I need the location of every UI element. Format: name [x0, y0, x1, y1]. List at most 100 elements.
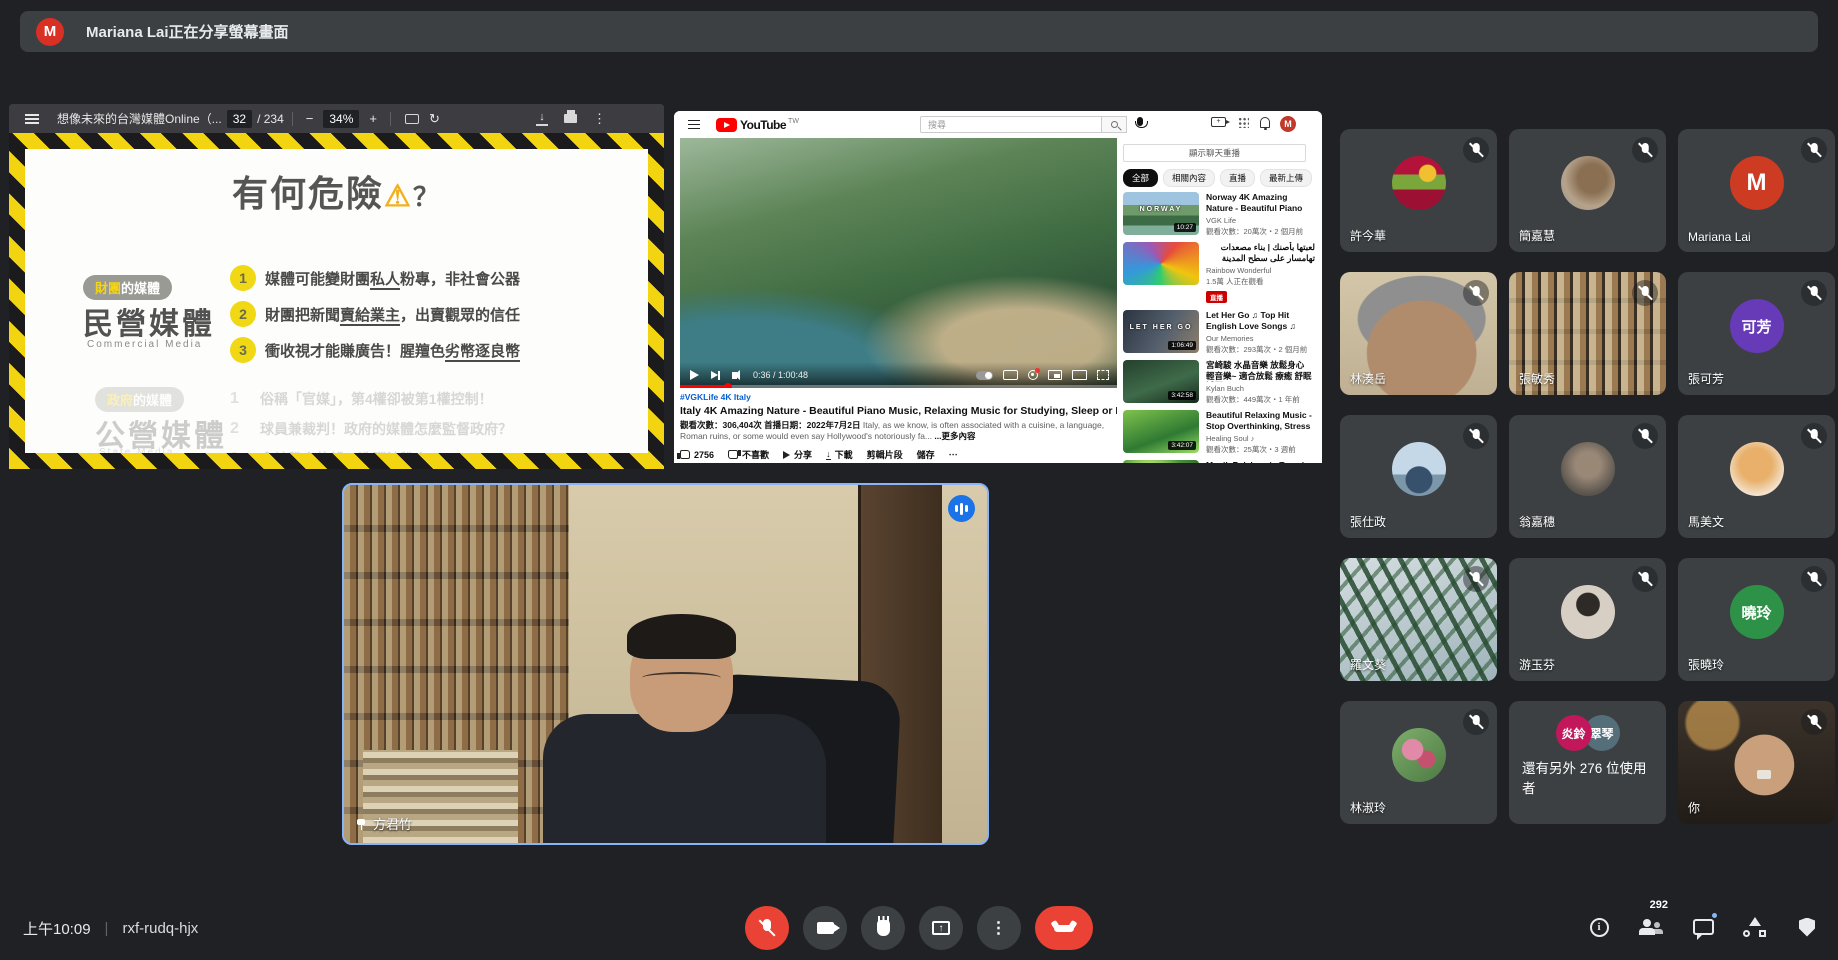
related-meta: 觀看次數：449萬次・1 年前 [1206, 394, 1315, 405]
notifications-icon[interactable] [1260, 117, 1270, 128]
share-button[interactable]: 分享 [783, 448, 812, 461]
participant-tile[interactable]: 馬美文 [1678, 415, 1835, 538]
raise-hand-button[interactable] [861, 906, 905, 950]
video-thumbnail[interactable]: LET HER GO 1:06:49 [1123, 310, 1199, 353]
more-participants-label: 還有另外 276 位使用者 [1522, 759, 1656, 798]
miniplayer-icon[interactable] [1048, 370, 1062, 380]
activities-icon [1743, 917, 1767, 937]
fullscreen-icon[interactable] [1097, 370, 1109, 380]
video-thumbnail[interactable] [1123, 460, 1199, 463]
overflow-participants-tile[interactable]: 炎鈴 翠琴 還有另外 276 位使用者 [1509, 701, 1666, 824]
chat-button[interactable] [1690, 914, 1716, 940]
self-video-tile[interactable]: 你 [1678, 701, 1835, 824]
captions-icon[interactable] [1003, 370, 1018, 380]
like-button[interactable]: 2756 [680, 450, 714, 460]
participant-count-badge: 292 [1650, 899, 1668, 911]
zoom-in-button[interactable]: + [364, 111, 382, 126]
zoom-out-button[interactable]: − [301, 111, 319, 126]
show-chat-replay-button[interactable]: 顯示聊天重播 [1123, 144, 1306, 162]
related-video[interactable]: NORWAY 10:27 Norway 4K Amazing Nature - … [1123, 192, 1315, 237]
video-thumbnail[interactable]: NORWAY 10:27 [1123, 192, 1199, 235]
camera-toggle-button[interactable] [803, 906, 847, 950]
autoplay-toggle[interactable] [976, 371, 993, 380]
voice-search-icon[interactable] [1137, 117, 1143, 126]
duration-badge: 3:42:58 [1168, 391, 1196, 400]
clip-button[interactable]: 剪輯片段 [867, 448, 903, 461]
chip-related[interactable]: 相關內容 [1163, 169, 1215, 187]
search-button[interactable] [1102, 116, 1127, 133]
apps-grid-icon[interactable] [1238, 117, 1249, 128]
pdf-viewer-window: 想像未來的台灣媒體Online（... 32 / 234 − 34% + ↻ ↓… [9, 104, 664, 469]
chip-recent[interactable]: 最新上傳 [1260, 169, 1312, 187]
participant-tile[interactable]: 林湊岳 [1340, 272, 1497, 395]
search-input[interactable]: 搜尋 [920, 116, 1102, 133]
menu-icon[interactable] [25, 114, 39, 124]
screen-share-banner: M Mariana Lai正在分享螢幕畫面 [20, 11, 1818, 52]
theater-mode-icon[interactable] [1072, 370, 1087, 380]
participant-tile[interactable]: 林淑玲 [1340, 701, 1497, 824]
chip-all[interactable]: 全部 [1123, 169, 1158, 187]
video-thumbnail[interactable] [1123, 242, 1199, 285]
video-thumbnail[interactable]: 3:42:58 [1123, 360, 1199, 403]
pdf-toolbar: 想像未來的台灣媒體Online（... 32 / 234 − 34% + ↻ ↓… [9, 104, 664, 133]
download-button[interactable]: ↓下載 [826, 448, 853, 461]
host-controls-button[interactable] [1794, 914, 1820, 940]
page-number-input[interactable]: 32 [227, 110, 252, 128]
participant-tile[interactable]: M Mariana Lai [1678, 129, 1835, 252]
related-video[interactable]: Musik Relaksasi : Terapi Otak Suara Alam… [1123, 460, 1315, 463]
volume-icon[interactable] [732, 372, 737, 379]
participants-button[interactable]: 292 [1638, 914, 1664, 940]
chip-live[interactable]: 直播 [1220, 169, 1255, 187]
participant-tile[interactable]: 張敏秀 [1509, 272, 1666, 395]
related-title: Norway 4K Amazing Nature - Beautiful Pia… [1206, 192, 1315, 214]
meeting-details-button[interactable]: i [1586, 914, 1612, 940]
video-thumbnail[interactable]: 3:42:07 [1123, 410, 1199, 453]
participant-tile[interactable]: 曉玲 張曉玲 [1678, 558, 1835, 681]
rotate-icon[interactable]: ↻ [429, 111, 440, 127]
pdf-title: 想像未來的台灣媒體Online（... [57, 110, 222, 127]
present-screen-button[interactable]: ↑ [919, 906, 963, 950]
mic-toggle-button[interactable] [745, 906, 789, 950]
create-video-icon[interactable]: + [1211, 117, 1226, 127]
like-icon [680, 450, 690, 459]
related-video[interactable]: 3:42:58 宮崎駿 水晶音樂 放鬆身心 輕音樂~ 適合放鬆 療癒 舒眠 減壓… [1123, 360, 1315, 405]
next-icon[interactable] [711, 371, 718, 379]
related-video[interactable]: 3:42:07 Beautiful Relaxing Music - Stop … [1123, 410, 1315, 455]
more-options-icon[interactable]: ⋮ [593, 111, 606, 127]
mic-muted-icon [1801, 280, 1827, 306]
related-video[interactable]: LET HER GO 1:06:49 Let Her Go ♫ Top Hit … [1123, 310, 1315, 355]
dislike-button[interactable]: 不喜歡 [728, 448, 769, 461]
youtube-header: YouTube TW 搜尋 + M [674, 111, 1322, 138]
people-icon [1639, 919, 1663, 935]
participant-tile[interactable]: 翁嘉穗 [1509, 415, 1666, 538]
print-icon[interactable] [564, 114, 577, 123]
participant-tile[interactable]: 簡嘉慧 [1509, 129, 1666, 252]
video-player[interactable]: 0:36 / 1:00:48 [680, 138, 1117, 388]
divider [390, 112, 391, 126]
participant-tile[interactable]: 游玉芬 [1509, 558, 1666, 681]
save-button[interactable]: 儲存 [917, 448, 935, 461]
youtube-logo[interactable]: YouTube TW [716, 118, 799, 132]
related-video[interactable]: لعبتها بأصنك | بناء مصعدات تهامسار على س… [1123, 242, 1315, 305]
video-hashtags[interactable]: #VGKLife 4K Italy [680, 392, 1117, 402]
presenter-video-tile[interactable]: 方君竹 [342, 483, 989, 845]
activities-button[interactable] [1742, 914, 1768, 940]
participant-tile[interactable]: 許今華 [1340, 129, 1497, 252]
fit-page-icon[interactable] [405, 114, 419, 124]
download-icon[interactable]: ↓ [536, 111, 548, 126]
participant-tile[interactable]: 張仕政 [1340, 415, 1497, 538]
account-avatar[interactable]: M [1280, 116, 1296, 132]
mic-muted-icon [1632, 423, 1658, 449]
more-actions-button[interactable]: ⋯ [949, 449, 958, 460]
participant-tile[interactable]: 羅文葵 [1340, 558, 1497, 681]
participant-tile[interactable]: 可芳 張可芳 [1678, 272, 1835, 395]
show-more-link[interactable]: ...更多內容 [934, 431, 975, 441]
play-icon[interactable] [690, 370, 699, 380]
leave-call-button[interactable] [1035, 906, 1093, 950]
settings-icon[interactable] [1028, 370, 1038, 380]
presenter-head [630, 625, 733, 732]
more-options-button[interactable]: ⋮ [977, 906, 1021, 950]
dislike-icon [728, 450, 738, 459]
menu-icon[interactable] [688, 120, 700, 129]
progress-bar[interactable] [680, 385, 1117, 388]
